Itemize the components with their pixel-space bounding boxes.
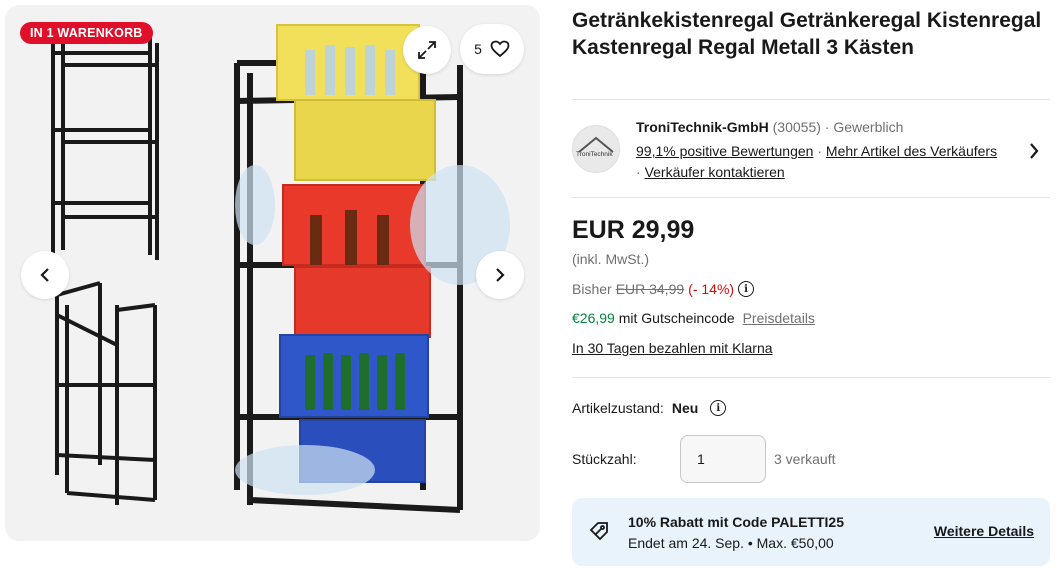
klarna-link[interactable]: In 30 Tagen bezahlen mit Klarna [572, 340, 773, 356]
seller-logo-image: TroniTechnik [573, 126, 619, 172]
coupon-text: mit Gutscheincode [618, 310, 735, 326]
seller-feedback-count: (30055) [772, 119, 821, 135]
expand-button[interactable] [403, 26, 451, 74]
contact-seller-link[interactable]: Verkäufer kontaktieren [645, 164, 785, 180]
promo-details-link[interactable]: Weitere Details [934, 523, 1034, 539]
seller-name[interactable]: TroniTechnik-GmbH [636, 119, 769, 135]
vat-note: (inkl. MwSt.) [572, 251, 649, 267]
condition-value: Neu [671, 400, 699, 416]
promo-title: 10% Rabatt mit Code PALETTI25 [628, 514, 845, 530]
condition-info-icon[interactable]: i [710, 400, 727, 416]
divider [572, 197, 1050, 198]
condition-row: Artikelzustand: Neu i [572, 400, 727, 416]
quantity-label: Stückzahl: [572, 451, 637, 467]
divider [572, 377, 1050, 378]
separator-dot: · [824, 119, 830, 135]
promo-banner: 10% Rabatt mit Code PALETTI25 Endet am 2… [572, 498, 1050, 566]
coupon-row: €26,99 mit Gutscheincode Preisdetails [572, 310, 815, 326]
listing-page: IN 1 WARENKORB 5 Getränkekistenregal Get… [0, 0, 1060, 573]
more-items-link[interactable]: Mehr Artikel des Verkäufers [826, 143, 997, 159]
seller-logo[interactable]: TroniTechnik [572, 125, 620, 173]
divider [572, 99, 1050, 100]
seller-logo-text: TroniTechnik [576, 151, 613, 158]
seller-info: TroniTechnik-GmbH (30055) · Gewerblich [636, 118, 903, 136]
watch-count: 5 [474, 41, 482, 57]
positive-feedback-link[interactable]: 99,1% positive Bewertungen [636, 143, 813, 159]
next-image-button[interactable] [476, 251, 524, 299]
seller-links: 99,1% positive Bewertungen · Mehr Artike… [636, 141, 1031, 183]
separator-dot: · [817, 143, 823, 159]
cart-badge: IN 1 WARENKORB [20, 22, 153, 44]
seller-type: Gewerblich [833, 119, 904, 135]
previous-price-row: Bisher EUR 34,99 (- 14%) i [572, 281, 755, 297]
product-image [51, 24, 510, 513]
price-details-link[interactable]: Preisdetails [743, 310, 815, 326]
chevron-left-icon [40, 268, 49, 282]
watch-button[interactable]: 5 [460, 24, 524, 74]
seller-chevron-right-icon[interactable] [1028, 142, 1040, 160]
expand-icon [418, 41, 436, 59]
separator-dot: · [636, 164, 641, 180]
current-price: EUR 29,99 [572, 216, 695, 244]
info-icon[interactable]: i [738, 281, 755, 297]
promo-subtitle: Endet am 24. Sep. • Max. €50,00 [628, 535, 834, 551]
previous-price-label: Bisher [572, 281, 612, 297]
quantity-input[interactable] [680, 435, 766, 483]
heart-icon [490, 40, 510, 58]
chevron-right-icon [496, 268, 505, 282]
discount-percent: (- 14%) [688, 281, 735, 297]
product-title: Getränkekistenregal Getränkeregal Kisten… [572, 9, 1042, 59]
image-gallery[interactable]: IN 1 WARENKORB 5 [5, 5, 540, 541]
previous-price: EUR 34,99 [615, 281, 685, 297]
coupon-price: €26,99 [572, 310, 615, 326]
sold-count: 3 verkauft [774, 451, 836, 467]
condition-label: Artikelzustand: [572, 400, 664, 416]
coupon-tag-icon [589, 522, 608, 541]
previous-image-button[interactable] [21, 251, 69, 299]
